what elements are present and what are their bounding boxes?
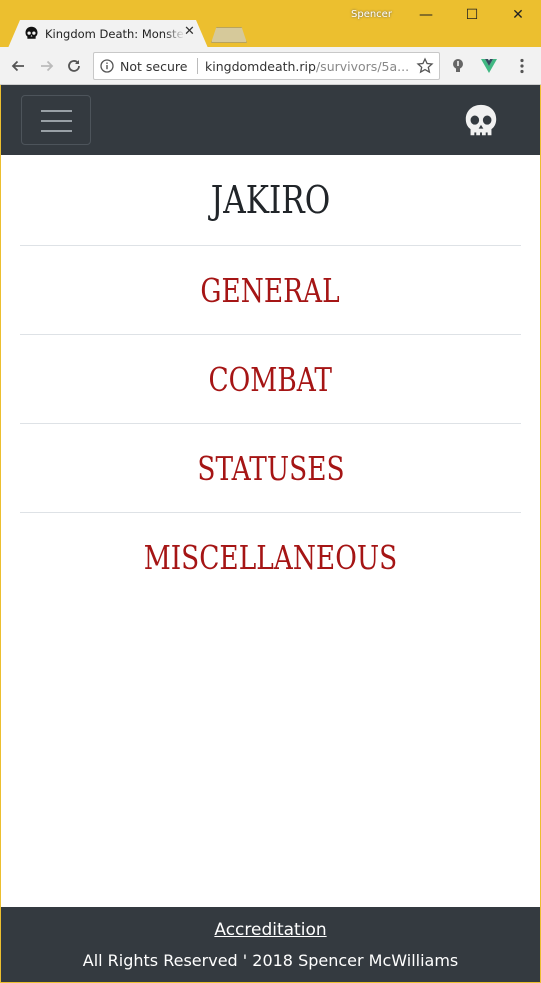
star-icon[interactable] xyxy=(416,57,434,75)
accreditation-link[interactable]: Accreditation xyxy=(1,920,540,940)
back-button[interactable] xyxy=(7,55,29,77)
window-titlebar: Spencer — ☐ ✕ Kingdom Death: Monster ✕ xyxy=(0,0,541,48)
close-window-button[interactable]: ✕ xyxy=(495,0,541,30)
menu-item-general[interactable]: GENERAL xyxy=(20,246,521,335)
browser-toolbar: Not secure kingdomdeath.rip/survivors/5a… xyxy=(0,47,541,85)
new-tab-button[interactable] xyxy=(211,27,247,43)
menu-item-label: GENERAL xyxy=(200,270,341,310)
web-page: JAKIRO GENERAL COMBAT STATUSES MISCELLAN… xyxy=(1,85,540,982)
tab-title: Kingdom Death: Monster xyxy=(45,27,185,41)
omnibox-divider xyxy=(197,58,198,74)
reload-icon xyxy=(68,60,80,72)
info-icon[interactable] xyxy=(100,59,114,73)
menu-item-statuses[interactable]: STATUSES xyxy=(20,424,521,513)
menu-item-combat[interactable]: COMBAT xyxy=(20,335,521,424)
profile-name[interactable]: Spencer xyxy=(351,9,392,20)
minimize-icon: — xyxy=(419,7,433,23)
back-arrow-icon xyxy=(11,60,24,72)
menu-item-label: MISCELLANEOUS xyxy=(143,538,398,577)
lightbulb-extension-icon[interactable] xyxy=(449,57,467,75)
minimize-button[interactable]: — xyxy=(403,0,449,30)
tab-close-button[interactable]: ✕ xyxy=(184,24,195,39)
skull-icon xyxy=(25,26,38,39)
hamburger-icon xyxy=(41,120,72,122)
menu-item-label: COMBAT xyxy=(208,359,333,399)
address-bar[interactable]: Not secure kingdomdeath.rip/survivors/5a… xyxy=(93,52,440,80)
maximize-button[interactable]: ☐ xyxy=(449,0,495,30)
reload-button[interactable] xyxy=(63,55,85,77)
copyright-text: All Rights Reserved ' 2018 Spencer McWil… xyxy=(82,951,459,970)
forward-arrow-icon xyxy=(41,60,54,72)
browser-tab[interactable]: Kingdom Death: Monster ✕ xyxy=(8,20,208,48)
site-footer: Accreditation All Rights Reserved ' 2018… xyxy=(1,907,540,982)
navbar-toggle-button[interactable] xyxy=(21,95,91,145)
menu-item-miscellaneous[interactable]: MISCELLANEOUS xyxy=(20,513,521,602)
menu-dots-icon[interactable] xyxy=(513,57,531,75)
hamburger-icon xyxy=(41,130,72,132)
survivor-header: JAKIRO xyxy=(20,155,521,246)
survivor-name: JAKIRO xyxy=(210,178,331,222)
survivor-content: JAKIRO GENERAL COMBAT STATUSES MISCELLAN… xyxy=(20,155,521,602)
url-text[interactable]: kingdomdeath.rip/survivors/5a... xyxy=(205,59,410,74)
forward-button[interactable] xyxy=(36,55,58,77)
url-host: kingdomdeath.rip xyxy=(205,59,316,74)
url-path: /survivors/5a... xyxy=(315,59,410,74)
hamburger-icon xyxy=(41,110,72,112)
skull-icon[interactable] xyxy=(462,103,500,141)
site-navbar xyxy=(1,85,540,155)
maximize-icon: ☐ xyxy=(465,7,479,23)
vue-extension-icon[interactable] xyxy=(480,57,498,75)
security-status[interactable]: Not secure xyxy=(120,59,187,74)
close-icon: ✕ xyxy=(512,7,524,23)
menu-item-label: STATUSES xyxy=(196,448,345,488)
